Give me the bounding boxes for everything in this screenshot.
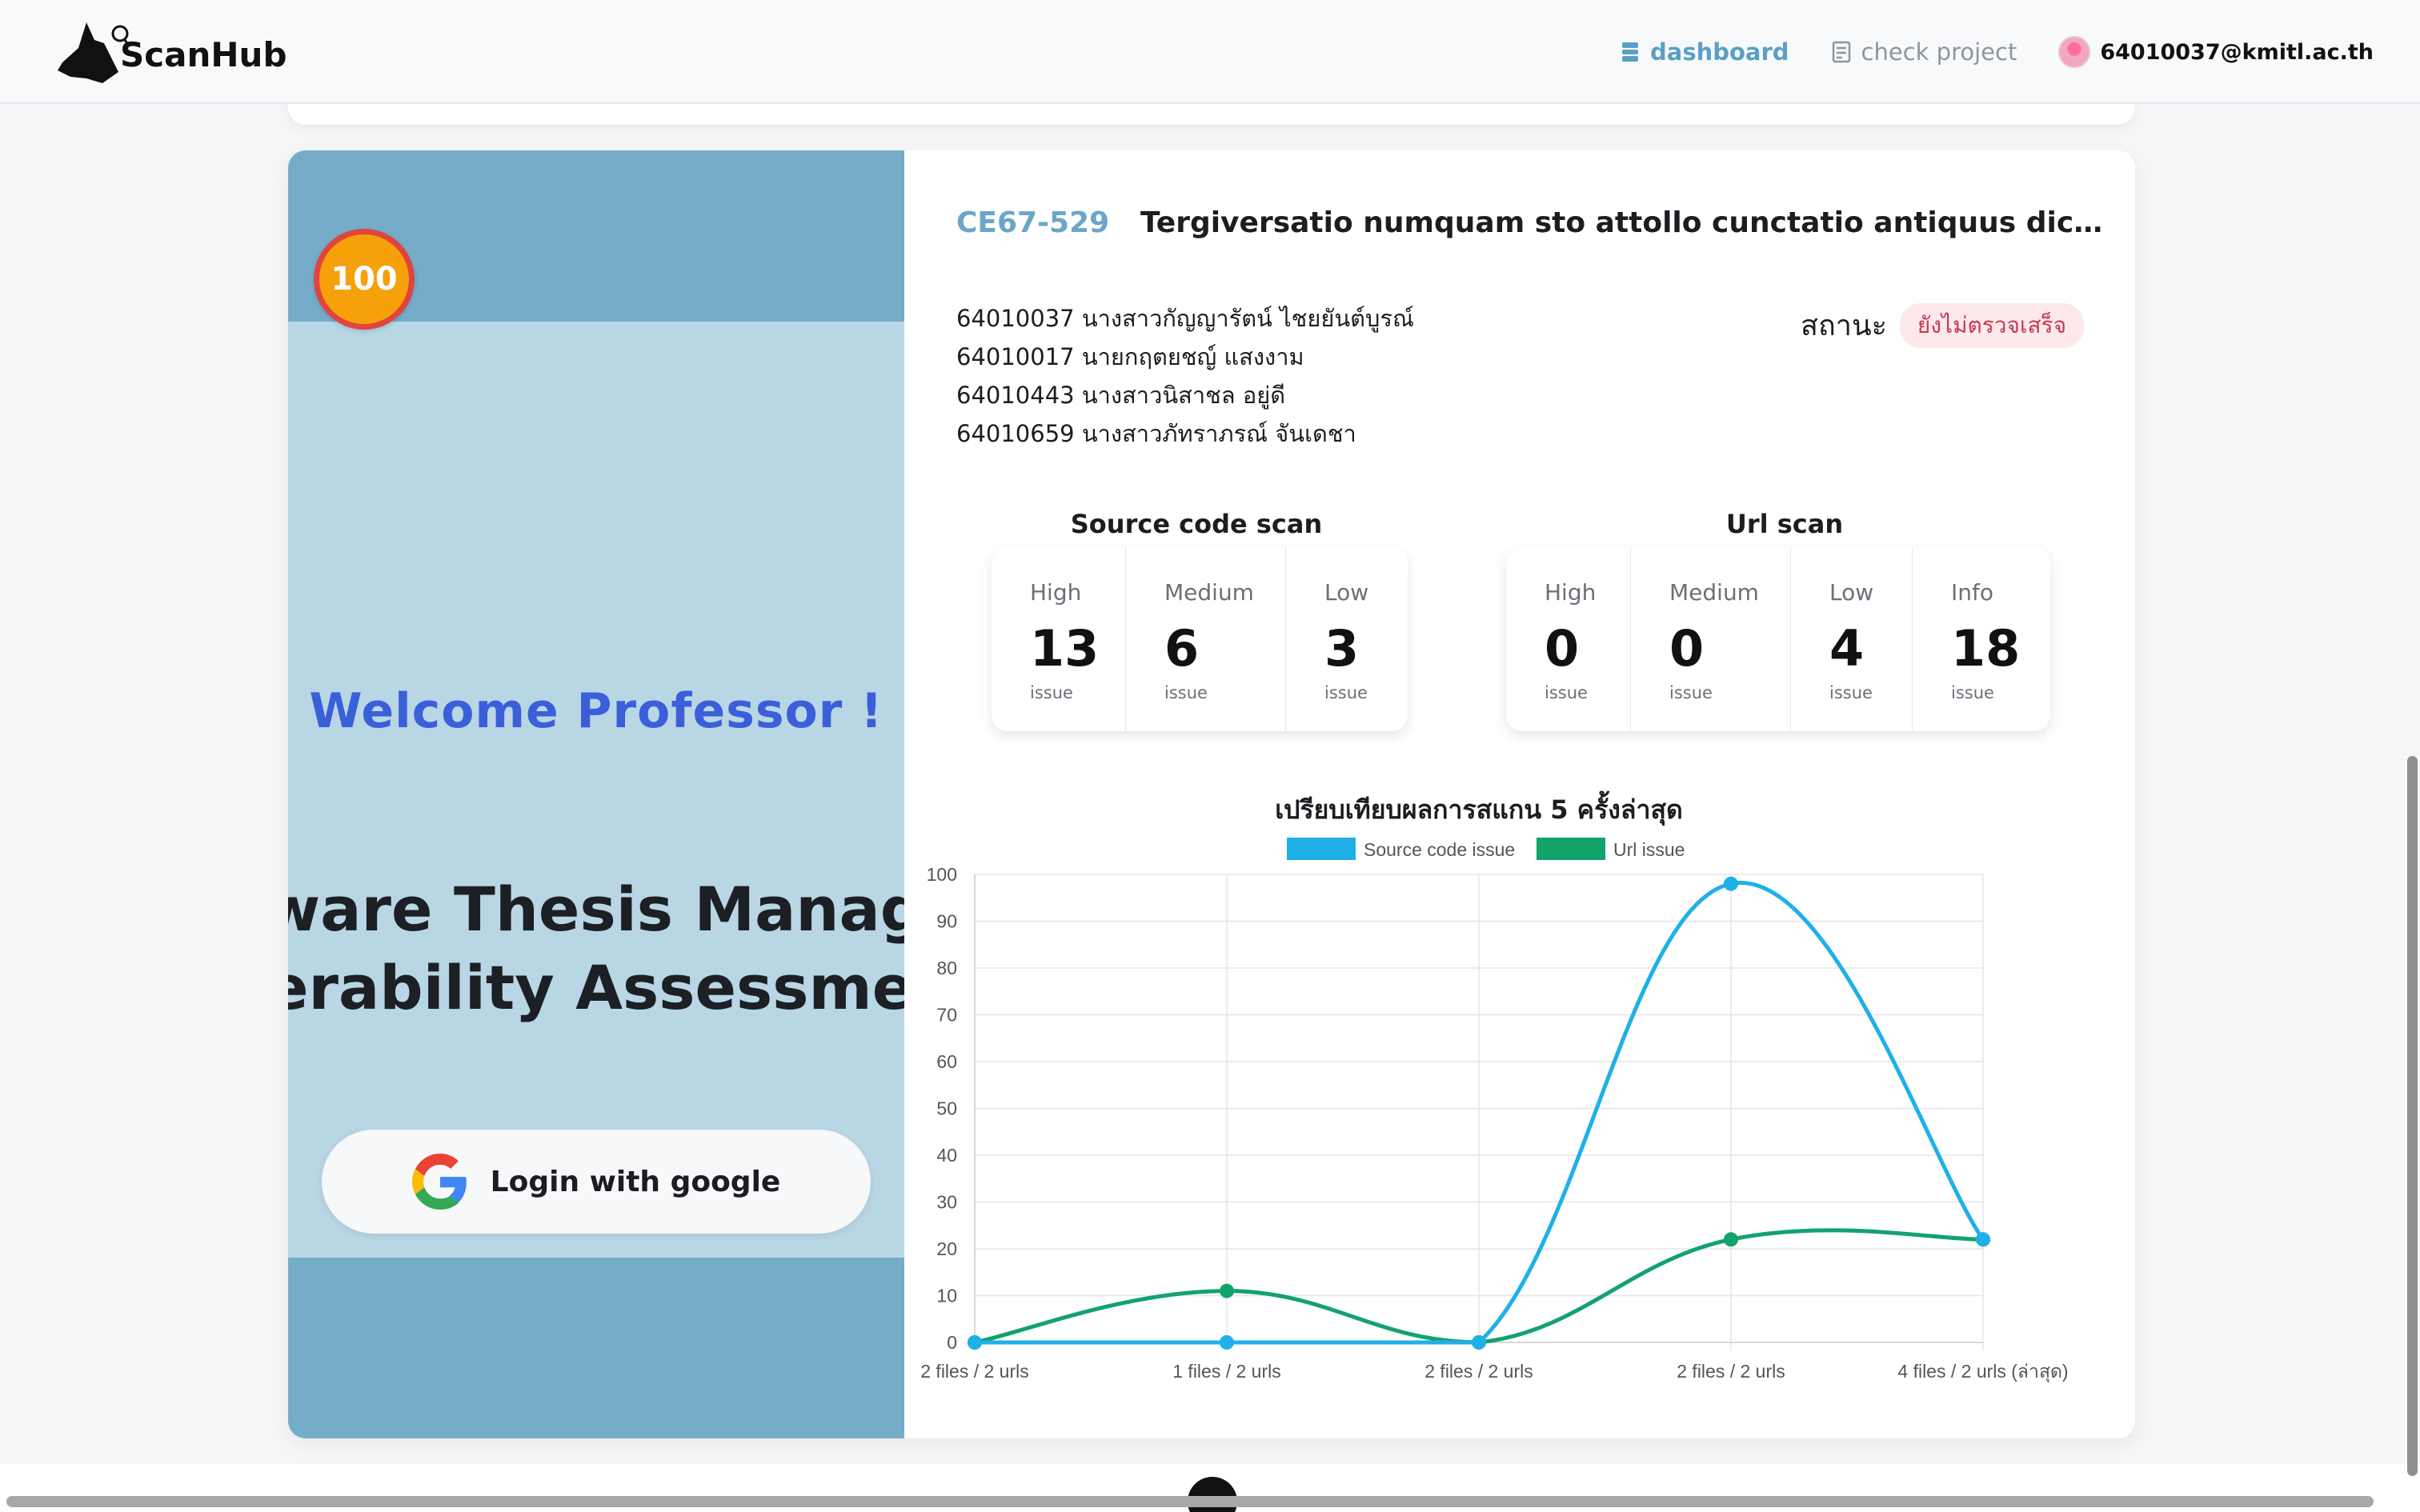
nav-check-project[interactable]: check project: [1831, 38, 2017, 66]
scan-history-chart: เปรียบเทียบผลการสแกน 5 ครั้งล่าสุด Source…: [904, 774, 2135, 1438]
x-tick-label: 4 files / 2 urls (ล่าสุด): [1897, 1361, 2068, 1382]
issue-count: 18: [1951, 619, 2021, 678]
member-item: 64010659 นางสาวภัทราภรณ์ จันเดชา: [956, 420, 1356, 447]
x-tick-label: 2 files / 2 urls: [1424, 1361, 1533, 1382]
issue-unit: issue: [1545, 683, 1588, 702]
x-tick-label: 2 files / 2 urls: [920, 1361, 1029, 1382]
y-tick-label: 30: [936, 1192, 957, 1213]
source-scan-title: Source code scan: [1070, 509, 1323, 539]
data-point: [1724, 876, 1738, 891]
line-chart: เปรียบเทียบผลการสแกน 5 ครั้งล่าสุด Source…: [920, 790, 2068, 1382]
project-preview-image: Welcome Professor ! ware Thesis Managem …: [288, 150, 904, 1438]
y-tick-label: 10: [936, 1286, 957, 1306]
severity-label: Low: [1324, 579, 1369, 606]
status-badge: ยังไม่ตรวจเสร็จ: [1899, 302, 2084, 348]
severity-label: High: [1030, 579, 1082, 606]
y-tick-label: 70: [936, 1005, 957, 1026]
preview-heading-line-1: ware Thesis Managem: [288, 874, 904, 945]
source-scan-low: Low 3 issue: [1286, 547, 1408, 731]
preview-login-button: Login with google: [322, 1130, 871, 1234]
issue-count: 0: [1545, 619, 1580, 678]
data-point: [1724, 1232, 1738, 1247]
dashboard-icon: [1622, 42, 1638, 62]
legend-swatch: [1287, 838, 1356, 860]
url-scan-summary: High 0 issue Medium 0 issue Low 4 issue …: [1506, 547, 2050, 731]
issue-count: 4: [1829, 619, 1865, 678]
member-item: 64010037 นางสาวกัญญารัตน์ ไชยยันต์บูรณ์: [956, 305, 1414, 332]
member-item: 64010443 นางสาวนิสาชล อยู่ดี: [956, 382, 1286, 409]
member-item: 64010017 นายกฤตยชญ์ แสงงาม: [956, 343, 1304, 370]
project-title[interactable]: Tergiversatio numquam sto attollo cuncta…: [1140, 206, 2109, 239]
top-navbar: ScanHub dashboard check project 64010037…: [0, 0, 2420, 104]
status-label: สถานะ: [1800, 310, 1887, 342]
data-point: [1472, 1335, 1486, 1350]
issue-unit: issue: [1829, 683, 1873, 702]
chart-title: เปรียบเทียบผลการสแกน 5 ครั้งล่าสุด: [1275, 790, 1683, 826]
severity-label: Low: [1829, 579, 1874, 606]
legend-swatch: [1537, 838, 1605, 860]
nav-check-project-label: check project: [1861, 38, 2017, 66]
url-scan-info: Info 18 issue: [1913, 547, 2050, 731]
user-menu[interactable]: 64010037@kmitl.ac.th: [2058, 36, 2374, 68]
data-point: [1976, 1232, 1990, 1247]
y-tick-label: 100: [927, 864, 957, 885]
document-list-icon: [1832, 41, 1850, 63]
severity-label: Info: [1951, 579, 1993, 606]
data-point: [1220, 1283, 1234, 1298]
score-badge: 100: [314, 229, 415, 330]
url-scan-medium: Medium 0 issue: [1631, 547, 1791, 731]
severity-label: Medium: [1669, 579, 1759, 606]
horizontal-scrollbar[interactable]: [6, 1496, 2374, 1507]
member-list: 64010037 นางสาวกัญญารัตน์ ไชยยันต์บูรณ์ …: [956, 299, 1414, 453]
issue-count: 13: [1030, 619, 1100, 678]
severity-label: High: [1545, 579, 1597, 606]
x-tick-label: 2 files / 2 urls: [1677, 1361, 1785, 1382]
avatar: [2058, 36, 2091, 68]
preview-heading-line-2: erability Assessment: [288, 952, 904, 1023]
nav-links: dashboard check project 64010037@kmitl.a…: [1578, 0, 2374, 104]
data-point: [1220, 1335, 1234, 1350]
severity-label: Medium: [1164, 579, 1254, 606]
brand-name: ScanHub: [120, 35, 287, 74]
issue-count: 6: [1164, 619, 1200, 678]
y-tick-label: 60: [936, 1051, 957, 1072]
issue-unit: issue: [1324, 683, 1368, 702]
vertical-scrollbar[interactable]: [2407, 756, 2418, 1476]
preview-welcome-text: Welcome Professor !: [309, 683, 883, 739]
project-card[interactable]: Welcome Professor ! ware Thesis Managem …: [288, 150, 2135, 1438]
issue-unit: issue: [1164, 683, 1208, 702]
google-g-icon: [411, 1154, 467, 1210]
data-point: [968, 1335, 982, 1350]
url-scan-title: Url scan: [1725, 509, 1844, 539]
issue-count: 0: [1669, 619, 1705, 678]
legend-label: Url issue: [1613, 839, 1685, 860]
issue-unit: issue: [1030, 683, 1073, 702]
nav-dashboard[interactable]: dashboard: [1620, 38, 1789, 66]
project-status: สถานะ ยังไม่ตรวจเสร็จ: [1801, 302, 2084, 348]
nav-dashboard-label: dashboard: [1650, 38, 1789, 66]
issue-unit: issue: [1951, 683, 1994, 702]
y-tick-label: 90: [936, 911, 957, 932]
issue-unit: issue: [1669, 683, 1713, 702]
x-tick-label: 1 files / 2 urls: [1172, 1361, 1281, 1382]
legend-label: Source code issue: [1364, 839, 1515, 860]
y-tick-label: 20: [936, 1238, 957, 1259]
issue-count: 3: [1324, 619, 1360, 678]
source-scan-medium: Medium 6 issue: [1126, 547, 1286, 731]
project-info: CE67-529 Tergiversatio numquam sto attol…: [904, 150, 2135, 1438]
y-tick-label: 80: [936, 958, 957, 978]
source-scan-summary: High 13 issue Medium 6 issue Low 3 issue: [992, 547, 1408, 731]
source-scan-high: High 13 issue: [992, 547, 1126, 731]
preview-screenshot: Welcome Professor ! ware Thesis Managem …: [288, 322, 904, 1258]
project-code[interactable]: CE67-529: [956, 206, 1109, 239]
y-tick-label: 40: [936, 1145, 957, 1166]
user-email: 64010037@kmitl.ac.th: [2100, 39, 2374, 65]
y-tick-label: 50: [936, 1098, 957, 1119]
url-scan-high: High 0 issue: [1506, 547, 1631, 731]
y-tick-label: 0: [947, 1332, 957, 1353]
preview-login-label: Login with google: [490, 1165, 781, 1198]
url-scan-low: Low 4 issue: [1791, 547, 1913, 731]
